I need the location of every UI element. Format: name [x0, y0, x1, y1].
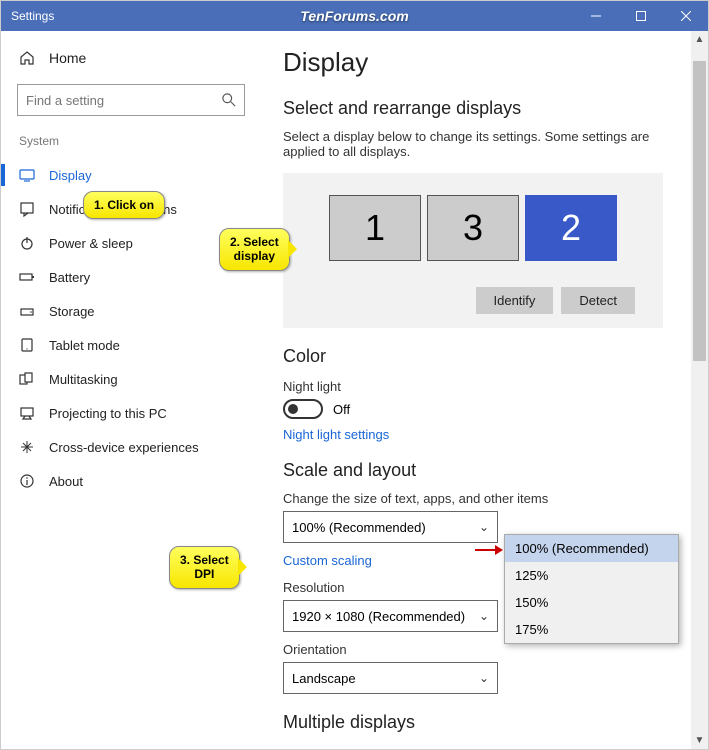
projecting-icon: [19, 405, 35, 421]
callout-3: 3. SelectDPI: [169, 546, 240, 589]
color-heading: Color: [283, 346, 686, 367]
scale-dropdown-popup: 100% (Recommended) 125% 150% 175%: [504, 534, 679, 644]
night-light-state: Off: [333, 402, 350, 417]
maximize-button[interactable]: [618, 1, 663, 31]
home-label: Home: [49, 50, 86, 66]
chevron-down-icon: ⌄: [479, 671, 489, 685]
notifications-icon: [19, 201, 35, 217]
window-title: Settings: [11, 9, 54, 23]
sidebar: Home System Display Notifications & acti…: [1, 31, 261, 749]
sidebar-item-about[interactable]: About: [1, 464, 261, 498]
popup-option-175[interactable]: 175%: [505, 616, 678, 643]
watermark: TenForums.com: [300, 8, 408, 24]
sidebar-item-tablet[interactable]: Tablet mode: [1, 328, 261, 362]
scale-label: Change the size of text, apps, and other…: [283, 491, 686, 506]
popup-option-125[interactable]: 125%: [505, 562, 678, 589]
titlebar: Settings TenForums.com: [1, 1, 708, 31]
sidebar-item-label: Cross-device experiences: [49, 440, 199, 455]
scroll-up-icon[interactable]: ▲: [691, 31, 708, 48]
display-1[interactable]: 1: [329, 195, 421, 261]
detect-button[interactable]: Detect: [561, 287, 635, 314]
sidebar-item-label: Projecting to this PC: [49, 406, 167, 421]
sidebar-item-label: Display: [49, 168, 92, 183]
night-light-toggle[interactable]: [283, 399, 323, 419]
orientation-label: Orientation: [283, 642, 686, 657]
popup-option-150[interactable]: 150%: [505, 589, 678, 616]
scroll-thumb[interactable]: [693, 61, 706, 361]
resolution-value: 1920 × 1080 (Recommended): [292, 609, 465, 624]
search-input[interactable]: [26, 93, 222, 108]
chevron-down-icon: ⌄: [479, 520, 489, 534]
home-nav[interactable]: Home: [1, 44, 261, 72]
storage-icon: [19, 303, 35, 319]
night-light-settings-link[interactable]: Night light settings: [283, 427, 686, 442]
sidebar-item-label: Multitasking: [49, 372, 118, 387]
orientation-value: Landscape: [292, 671, 356, 686]
arrange-desc: Select a display below to change its set…: [283, 129, 686, 159]
multiple-heading: Multiple displays: [283, 712, 686, 733]
sidebar-item-crossdevice[interactable]: Cross-device experiences: [1, 430, 261, 464]
sidebar-item-label: About: [49, 474, 83, 489]
scale-value: 100% (Recommended): [292, 520, 426, 535]
scroll-down-icon[interactable]: ▼: [691, 732, 708, 749]
battery-icon: [19, 269, 35, 285]
display-arrange-area: 1 3 2 Identify Detect: [283, 173, 663, 328]
page-title: Display: [283, 47, 686, 78]
sidebar-item-storage[interactable]: Storage: [1, 294, 261, 328]
home-icon: [19, 50, 35, 66]
night-light-label: Night light: [283, 379, 686, 394]
chevron-down-icon: ⌄: [479, 609, 489, 623]
sidebar-item-label: Battery: [49, 270, 90, 285]
minimize-button[interactable]: [573, 1, 618, 31]
close-button[interactable]: [663, 1, 708, 31]
crossdevice-icon: [19, 439, 35, 455]
resolution-dropdown[interactable]: 1920 × 1080 (Recommended) ⌄: [283, 600, 498, 632]
sidebar-item-projecting[interactable]: Projecting to this PC: [1, 396, 261, 430]
about-icon: [19, 473, 35, 489]
sidebar-item-label: Tablet mode: [49, 338, 120, 353]
sidebar-item-multitasking[interactable]: Multitasking: [1, 362, 261, 396]
display-3[interactable]: 3: [427, 195, 519, 261]
callout-2: 2. Selectdisplay: [219, 228, 290, 271]
display-2[interactable]: 2: [525, 195, 617, 261]
multitasking-icon: [19, 371, 35, 387]
tablet-icon: [19, 337, 35, 353]
power-icon: [19, 235, 35, 251]
red-arrow-icon: [475, 544, 503, 556]
sidebar-item-label: Power & sleep: [49, 236, 133, 251]
callout-1: 1. Click on: [83, 191, 165, 219]
search-box[interactable]: [17, 84, 245, 116]
display-icon: [19, 167, 35, 183]
sidebar-item-display[interactable]: Display: [1, 158, 261, 192]
arrange-heading: Select and rearrange displays: [283, 98, 686, 119]
search-icon: [222, 93, 236, 107]
sidebar-group-label: System: [1, 134, 261, 158]
popup-option-100[interactable]: 100% (Recommended): [505, 535, 678, 562]
sidebar-item-label: Storage: [49, 304, 95, 319]
identify-button[interactable]: Identify: [476, 287, 554, 314]
scale-dropdown[interactable]: 100% (Recommended) ⌄: [283, 511, 498, 543]
orientation-dropdown[interactable]: Landscape ⌄: [283, 662, 498, 694]
scrollbar[interactable]: ▲ ▼: [691, 31, 708, 749]
scale-heading: Scale and layout: [283, 460, 686, 481]
